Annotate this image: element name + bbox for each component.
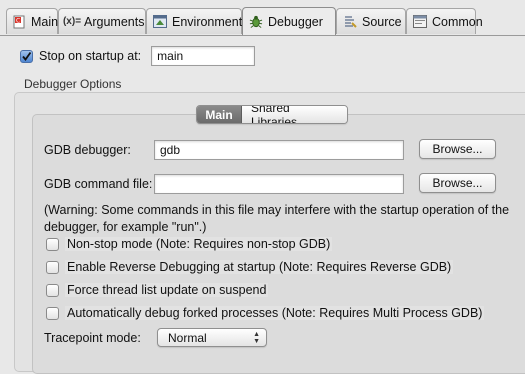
force-thread-list-checkbox[interactable] — [46, 283, 59, 297]
gdb-command-file-label: GDB command file: — [44, 177, 153, 191]
checkmark-icon — [22, 51, 32, 61]
reverse-debugging-checkbox[interactable] — [46, 260, 59, 274]
auto-debug-forked-checkbox[interactable] — [46, 306, 59, 320]
debugger-bug-icon — [249, 15, 263, 29]
force-thread-list-option[interactable]: Force thread list update on suspend — [46, 281, 269, 299]
svg-text:C: C — [16, 17, 20, 24]
gdb-command-file-browse-button[interactable]: Browse... — [419, 173, 496, 193]
tab-debugger[interactable]: Debugger — [242, 7, 336, 35]
updown-arrows-icon: ▲ ▼ — [253, 331, 260, 345]
tab-label: Main — [31, 14, 59, 29]
tracepoint-mode-select[interactable]: Normal ▲ ▼ — [157, 328, 267, 347]
command-file-warning-text: (Warning: Some commands in this file may… — [44, 203, 510, 234]
option-label: Non-stop mode (Note: Requires non-stop G… — [65, 237, 333, 251]
debugger-options-segmented-control: Main Shared Libraries — [196, 105, 348, 124]
segment-main[interactable]: Main — [197, 106, 242, 123]
stop-on-startup-row: Stop on startup at: main — [20, 45, 256, 67]
stop-on-startup-symbol-input[interactable]: main — [151, 46, 256, 66]
stop-on-startup-label: Stop on startup at: — [39, 49, 142, 63]
tracepoint-mode-value: Normal — [168, 330, 207, 345]
tracepoint-mode-label: Tracepoint mode: — [44, 331, 141, 345]
launch-config-tab-bar: C Main (x)= Arguments Environment Debugg… — [0, 7, 525, 36]
tab-label: Common — [432, 14, 483, 29]
stop-on-startup-checkbox[interactable] — [20, 49, 33, 63]
tab-common[interactable]: Common — [406, 8, 483, 34]
tab-label: Debugger — [268, 14, 323, 29]
environment-icon — [153, 15, 167, 29]
tab-main[interactable]: C Main — [6, 8, 58, 34]
main-tab-icon: C — [13, 15, 26, 29]
non-stop-mode-checkbox[interactable] — [46, 237, 59, 251]
gdb-debugger-input[interactable]: gdb — [154, 140, 404, 160]
tab-environment[interactable]: Environment — [146, 8, 242, 34]
tab-label: Arguments — [84, 14, 145, 29]
tab-label: Environment — [172, 14, 243, 29]
non-stop-mode-option[interactable]: Non-stop mode (Note: Requires non-stop G… — [46, 235, 333, 253]
segment-shared-libraries[interactable]: Shared Libraries — [242, 106, 347, 123]
source-icon — [343, 15, 357, 29]
auto-debug-forked-option[interactable]: Automatically debug forked processes (No… — [46, 304, 485, 322]
common-icon — [413, 15, 427, 29]
tab-arguments[interactable]: (x)= Arguments — [58, 8, 146, 34]
option-label: Enable Reverse Debugging at startup (Not… — [65, 260, 454, 274]
arguments-icon: (x)= — [62, 16, 82, 27]
reverse-debugging-option[interactable]: Enable Reverse Debugging at startup (Not… — [46, 258, 454, 276]
option-label: Automatically debug forked processes (No… — [65, 306, 485, 320]
option-label: Force thread list update on suspend — [65, 283, 269, 297]
gdb-debugger-browse-button[interactable]: Browse... — [419, 139, 496, 159]
gdb-command-file-input[interactable] — [154, 174, 404, 194]
debugger-options-group-label: Debugger Options — [24, 77, 122, 91]
tab-source[interactable]: Source — [336, 8, 406, 34]
tab-label: Source — [362, 14, 402, 29]
gdb-debugger-label: GDB debugger: — [44, 143, 131, 157]
